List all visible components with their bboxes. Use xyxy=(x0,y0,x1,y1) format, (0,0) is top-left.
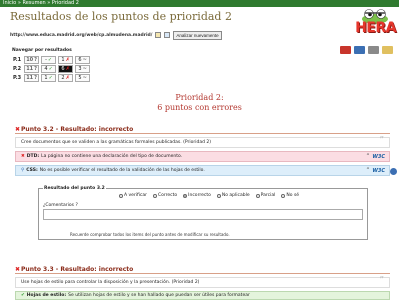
summary-errors: 6 puntos con errores xyxy=(157,103,242,112)
nav-cell-pending[interactable]: 11? xyxy=(24,64,40,73)
report-icon[interactable] xyxy=(340,46,351,54)
breadcrumb: Inicio » Resumen » Prioridad 2 xyxy=(0,0,399,7)
hera-logo: HERA xyxy=(346,8,396,38)
css-item: ⚲ CSS: No es posible verificar el result… xyxy=(15,165,390,176)
priority-summary: Prioridad 2: 6 puntos con errores xyxy=(0,93,399,113)
stylesheet-item: ✔ Hojas de estilo: Se utilizan hojas de … xyxy=(15,291,390,300)
summary-priority: Prioridad 2: xyxy=(175,93,224,102)
analyze-again-button[interactable]: Analizar nuevamente xyxy=(173,31,222,40)
point-3-3-title: ✖ Punto 3.3 - Resultado: incorrecto xyxy=(15,266,134,273)
nav-cell-partial[interactable]: 5 ~ xyxy=(75,73,91,82)
nav-cell-correct[interactable]: - ✓ xyxy=(41,55,57,64)
nav-cell-correct[interactable]: 1 ✓ xyxy=(41,73,57,82)
radio-not-applicable[interactable]: No aplicable xyxy=(216,193,250,198)
nav-cell-correct[interactable]: 4 ✓ xyxy=(41,64,57,73)
email-icon[interactable] xyxy=(382,46,393,54)
quote-icon: ” xyxy=(379,276,384,286)
check-icon: ✔ xyxy=(21,293,25,298)
print-icon[interactable] xyxy=(368,46,379,54)
analyzed-url: http://www.educa.madrid.org/web/cp.almud… xyxy=(10,32,153,38)
external-link-icon[interactable] xyxy=(164,32,171,39)
quote-icon: ” xyxy=(366,168,370,173)
logo-text: HERA xyxy=(355,20,396,36)
result-legend: Resultado del punto 3.2 xyxy=(43,186,106,191)
book-icon[interactable] xyxy=(354,46,365,54)
radio-partial[interactable]: Parcial xyxy=(255,193,275,198)
nav-cell-incorrect[interactable]: 1 ✗ xyxy=(58,55,74,64)
divider xyxy=(15,273,390,274)
priority-label: P.2 xyxy=(13,65,22,72)
toolbar xyxy=(340,46,393,54)
nav-cell-partial[interactable]: 3 ~ xyxy=(75,64,91,73)
radio-incorrect[interactable]: Incorrecto xyxy=(183,193,211,198)
edit-icon[interactable] xyxy=(155,32,162,39)
radio-correct[interactable]: Correcto xyxy=(152,193,177,198)
error-icon: ✖ xyxy=(15,266,21,273)
divider xyxy=(15,133,390,134)
nav-cell-pending[interactable]: 11? xyxy=(24,73,40,82)
error-icon: ✖ xyxy=(21,154,25,159)
w3c-link[interactable]: W3C xyxy=(372,154,385,160)
magnifier-icon: ⚲ xyxy=(21,168,25,173)
breadcrumb-text[interactable]: Inicio » Resumen » Prioridad 2 xyxy=(3,0,79,6)
nav-row-p2: P.2 11? 4 ✓ 6 ✗ 3 ~ xyxy=(12,64,91,73)
results-navigation: P.1 10? - ✓ 1 ✗ 6 ~ P.2 11? 4 ✓ 6 ✗ 3 ~ P.3 11… xyxy=(12,55,91,82)
comments-label: ¿Comentarios ? xyxy=(43,203,78,208)
quote-icon: ” xyxy=(379,136,384,146)
radio-to-verify[interactable]: A verificar xyxy=(119,193,147,198)
nav-row-p3: P.3 11? 1 ✓ 2 ✗ 5 ~ xyxy=(12,73,91,82)
comments-textarea[interactable] xyxy=(43,209,363,220)
page-title: Resultados de los puntos de prioridad 2 xyxy=(10,10,232,23)
nav-cell-incorrect[interactable]: 6 ✗ xyxy=(58,64,74,73)
point-3-2-title: ✖ Punto 3.2 - Resultado: incorrecto xyxy=(15,126,134,133)
w3c-link[interactable]: W3C xyxy=(372,168,385,174)
remember-note: Recuerde comprobar todos los items del p… xyxy=(70,232,230,237)
nav-cell-pending[interactable]: 10? xyxy=(24,55,40,64)
url-row: http://www.educa.madrid.org/web/cp.almud… xyxy=(10,31,232,40)
dtd-item: ✖ DTD: La página no contiene una declara… xyxy=(15,151,390,162)
nav-title: Navegar por resultados xyxy=(12,48,72,53)
radio-dont-know[interactable]: No sé xyxy=(281,193,299,198)
nav-row-p1: P.1 10? - ✓ 1 ✗ 6 ~ xyxy=(12,55,91,64)
quote-icon: ” xyxy=(366,154,370,159)
scroll-marker[interactable] xyxy=(390,168,397,175)
priority-label: P.3 xyxy=(13,74,22,81)
nav-cell-incorrect[interactable]: 2 ✗ xyxy=(58,73,74,82)
page-header: Resultados de los puntos de prioridad 2 … xyxy=(10,10,232,40)
point-description: Use hojas de estilo para controlar la di… xyxy=(15,276,390,288)
nav-cell-partial[interactable]: 6 ~ xyxy=(75,55,91,64)
point-description: Cree documentos que se validen a las gra… xyxy=(15,136,390,148)
priority-label: P.1 xyxy=(13,56,22,63)
error-icon: ✖ xyxy=(15,126,21,133)
result-radios: A verificar Correcto Incorrecto No aplic… xyxy=(119,193,299,198)
